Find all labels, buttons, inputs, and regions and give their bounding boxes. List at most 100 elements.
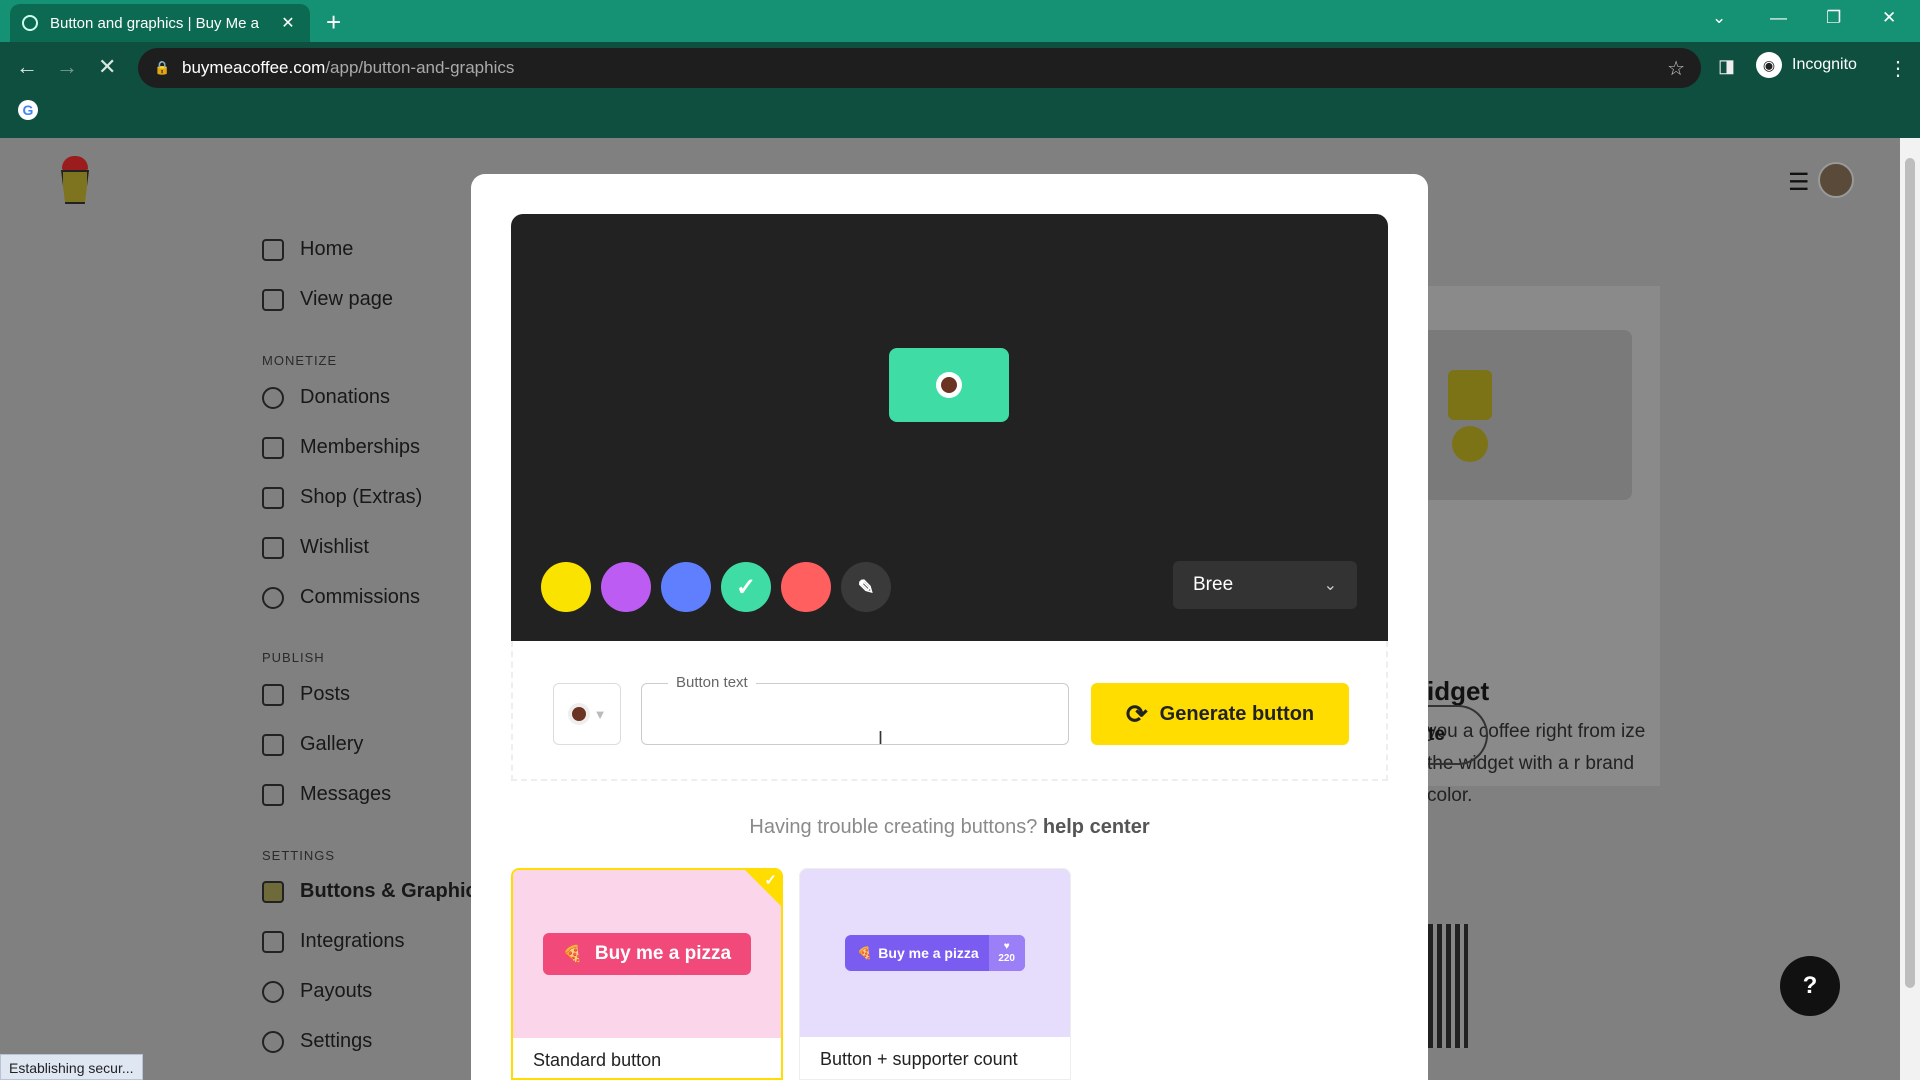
url-path: /app/button-and-graphics bbox=[325, 58, 515, 77]
button-text-field[interactable]: Button text I bbox=[641, 674, 1069, 748]
section-publish: PUBLISH bbox=[262, 650, 325, 665]
sidebar-item-shop[interactable]: Shop (Extras) bbox=[262, 486, 422, 509]
font-select[interactable]: Bree ⌄ bbox=[1173, 561, 1357, 609]
minimize-icon[interactable]: — bbox=[1770, 8, 1787, 28]
side-panel-icon[interactable]: ◨ bbox=[1718, 56, 1735, 77]
sidebar-item-memberships[interactable]: Memberships bbox=[262, 436, 420, 459]
bmc-logo[interactable] bbox=[58, 156, 92, 206]
sidebar-item-donations[interactable]: Donations bbox=[262, 386, 390, 409]
style-supporter-count-button[interactable]: 🍕 Buy me a pizza ♥ 220 Button + supporte… bbox=[799, 868, 1071, 1080]
window-close-icon[interactable]: ✕ bbox=[1882, 8, 1896, 28]
heart-icon: ♥ bbox=[1003, 941, 1010, 952]
sidebar-item-label: Home bbox=[300, 238, 354, 260]
browser-menu-icon[interactable]: ⋮ bbox=[1888, 56, 1908, 81]
widget-illustration bbox=[1422, 330, 1632, 500]
lock-icon[interactable]: 🔒 bbox=[154, 60, 170, 76]
sidebar-item-messages[interactable]: Messages bbox=[262, 783, 391, 806]
sidebar-item-view-page[interactable]: View page bbox=[262, 288, 393, 311]
help-button[interactable]: ? bbox=[1780, 956, 1840, 1016]
coffee-emoji-icon bbox=[936, 372, 962, 398]
check-icon: ✓ bbox=[764, 872, 777, 889]
button-generator-modal: ✓ ✎ Bree ⌄ ▼ Button text I ⟳ Generate bu… bbox=[471, 174, 1428, 1080]
sidebar-item-settings[interactable]: Settings bbox=[262, 1030, 372, 1053]
wishlist-icon bbox=[262, 536, 284, 559]
swatch-red[interactable] bbox=[781, 562, 831, 612]
style-caption: Standard button bbox=[513, 1038, 781, 1078]
lock-icon bbox=[262, 436, 284, 459]
new-tab-icon[interactable]: + bbox=[326, 7, 341, 38]
sample-button: 🍕 Buy me a pizza bbox=[542, 933, 752, 975]
sidebar-item-label: Donations bbox=[300, 386, 391, 408]
style-preview: 🍕 Buy me a pizza ♥ 220 bbox=[800, 869, 1070, 1037]
sidebar-item-integrations[interactable]: Integrations bbox=[262, 930, 405, 953]
coffee-cup-logo-icon bbox=[61, 170, 89, 204]
sidebar-item-gallery[interactable]: Gallery bbox=[262, 733, 363, 756]
sidebar-item-wishlist[interactable]: Wishlist bbox=[262, 536, 369, 559]
generate-button-label: Generate button bbox=[1159, 702, 1315, 725]
incognito-icon: ◉ bbox=[1756, 52, 1782, 78]
sidebar-item-label: Gallery bbox=[300, 733, 364, 755]
refresh-icon: ⟳ bbox=[1125, 698, 1148, 729]
chevron-down-icon: ⌄ bbox=[1323, 577, 1337, 594]
preview-button bbox=[889, 348, 1009, 422]
sample-button-label: Buy me a pizza bbox=[878, 945, 979, 961]
commissions-icon bbox=[262, 586, 284, 609]
check-icon: ✓ bbox=[735, 573, 757, 601]
browser-tab[interactable]: Button and graphics | Buy Me a ✕ bbox=[10, 4, 310, 42]
incognito-label: Incognito bbox=[1792, 56, 1857, 73]
mail-icon bbox=[262, 783, 284, 806]
color-picker-button[interactable]: ✎ bbox=[841, 562, 891, 612]
back-icon[interactable]: ← bbox=[16, 54, 38, 80]
sidebar-item-posts[interactable]: Posts bbox=[262, 683, 350, 706]
font-select-value: Bree bbox=[1193, 574, 1234, 595]
sidebar-item-payouts[interactable]: Payouts bbox=[262, 980, 372, 1003]
santa-hat-icon bbox=[62, 156, 88, 170]
browser-tab-bar: Button and graphics | Buy Me a ✕ + ⌄ — ❐… bbox=[0, 0, 1920, 42]
swatch-green[interactable]: ✓ bbox=[721, 562, 771, 612]
caret-down-icon: ▼ bbox=[593, 706, 607, 722]
trouble-text: Having trouble creating buttons? bbox=[749, 816, 1038, 838]
swatch-purple[interactable] bbox=[601, 562, 651, 612]
scrollbar-thumb[interactable] bbox=[1905, 158, 1915, 988]
sidebar-item-label: Wishlist bbox=[300, 536, 369, 558]
sidebar-item-buttons-graphics[interactable]: Buttons & Graphic bbox=[262, 880, 477, 903]
sample-button: 🍕 Buy me a pizza ♥ 220 bbox=[845, 935, 1025, 971]
gift-icon bbox=[262, 486, 284, 509]
dollar-icon bbox=[262, 980, 284, 1003]
forward-icon[interactable]: → bbox=[56, 54, 78, 80]
menu-icon[interactable]: ☰ bbox=[1788, 168, 1810, 197]
home-icon bbox=[262, 238, 284, 261]
avatar[interactable] bbox=[1818, 162, 1854, 198]
tab-search-chevron-icon[interactable]: ⌄ bbox=[1712, 8, 1726, 28]
stop-loading-icon[interactable]: ✕ bbox=[98, 54, 116, 80]
help-center-link[interactable]: help center bbox=[1043, 816, 1150, 838]
pizza-icon: 🍕 bbox=[857, 946, 873, 960]
tab-close-icon[interactable]: ✕ bbox=[278, 13, 298, 33]
emoji-picker[interactable]: ▼ bbox=[553, 683, 621, 745]
style-standard-button[interactable]: 🍕 Buy me a pizza Standard button ✓ bbox=[511, 868, 783, 1080]
sidebar-item-commissions[interactable]: Commissions bbox=[262, 586, 420, 609]
widget-illustration-cup-icon bbox=[1452, 426, 1488, 462]
address-bar[interactable]: 🔒 buymeacoffee.com /app/button-and-graph… bbox=[138, 48, 1701, 88]
button-text-label: Button text bbox=[668, 674, 756, 691]
tab-title: Button and graphics | Buy Me a bbox=[50, 14, 260, 32]
browser-toolbar: ← → ✕ 🔒 buymeacoffee.com /app/button-and… bbox=[0, 42, 1920, 138]
sidebar-item-label: Settings bbox=[300, 1030, 373, 1052]
section-monetize: MONETIZE bbox=[262, 353, 338, 368]
pizza-icon: 🍕 bbox=[562, 946, 583, 963]
sidebar-item-home[interactable]: Home bbox=[262, 238, 353, 261]
swatch-blue[interactable] bbox=[661, 562, 711, 612]
heart-icon bbox=[262, 386, 284, 409]
button-controls: ▼ Button text I ⟳ Generate button bbox=[511, 641, 1388, 781]
bookmark-star-icon[interactable]: ☆ bbox=[1667, 56, 1685, 81]
layout-icon bbox=[262, 288, 284, 311]
style-caption: Button + supporter count bbox=[800, 1037, 1070, 1079]
button-text-input[interactable] bbox=[662, 700, 1042, 730]
google-bookmark-icon[interactable]: G bbox=[18, 100, 38, 120]
widget-heading: idget bbox=[1427, 676, 1490, 706]
generate-button[interactable]: ⟳ Generate button bbox=[1091, 683, 1349, 745]
swatch-yellow[interactable] bbox=[541, 562, 591, 612]
page-scrollbar[interactable] bbox=[1900, 138, 1920, 1080]
restore-icon[interactable]: ❐ bbox=[1826, 8, 1841, 28]
incognito-indicator[interactable]: ◉ Incognito bbox=[1756, 48, 1857, 82]
